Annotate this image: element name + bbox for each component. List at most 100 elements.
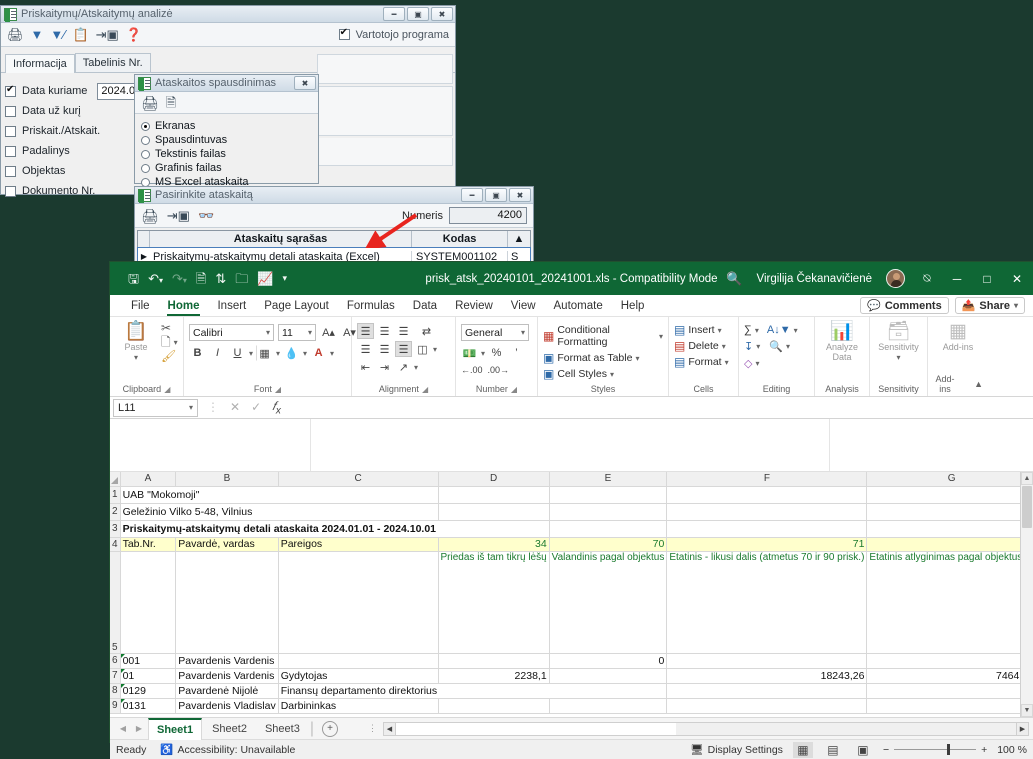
minimize-button[interactable]: ━ — [383, 7, 405, 21]
font-color-chevron-icon[interactable]: ▾ — [330, 349, 334, 358]
copy-button[interactable]: 🗋 ▾ — [161, 336, 178, 348]
cell-e8[interactable] — [549, 683, 668, 699]
scroll-split-handle[interactable]: ⋮ — [362, 723, 383, 734]
column-header-g[interactable]: G — [866, 472, 1033, 487]
sheet-tab-bar[interactable]: ◀ ▶ Sheet1 Sheet2 Sheet3 | + ⋮ ◀ ▶ — [110, 717, 1033, 740]
maximize-button[interactable]: ▣ — [407, 7, 429, 21]
fill-button[interactable]: ↧ — [744, 340, 753, 353]
table-row[interactable]: 9 0131 Pavardenis Vladislav Darbininkas … — [110, 698, 1033, 714]
cell-a2[interactable]: Geležinio Vilko 5-48, Vilnius — [120, 503, 279, 521]
quick-access-toolbar[interactable]: 🖫 ↶▾ ↷▾ 🗎 ⇅ 🗀 📈 ▾ — [128, 272, 287, 285]
maximize-button[interactable]: □ — [979, 272, 995, 286]
titlebar-right[interactable]: 🔍 Virgilija Čekanavičienė ⍉ ─ □ ✕ — [726, 269, 1027, 288]
print-target-options[interactable]: Ekranas Spausdintuvas Tekstinis failas G… — [135, 114, 318, 189]
zoom-thumb[interactable] — [947, 744, 951, 755]
cell-b7[interactable]: Pavardenis Vardenis — [175, 668, 279, 684]
comma-style-button[interactable]: ’ — [508, 345, 525, 361]
select-report-toolbar[interactable]: 🖨 ⇥▣ 👓 Numeris 4200 — [135, 204, 533, 228]
cell-f2[interactable] — [666, 503, 868, 521]
cell-d1[interactable] — [438, 486, 550, 504]
decrease-indent-button[interactable]: ⇤ — [357, 359, 374, 375]
save-icon[interactable]: 🖫 — [128, 272, 139, 285]
printer-icon[interactable]: 🖨 — [7, 28, 24, 41]
zoom-out-button[interactable]: − — [883, 744, 889, 756]
sheet-tab-sheet2[interactable]: Sheet2 — [204, 721, 255, 737]
printer-icon[interactable]: 🖨 — [141, 209, 159, 223]
maximize-button[interactable]: ▣ — [485, 188, 507, 202]
row-header-3[interactable]: 3 — [110, 520, 121, 538]
column-header-f[interactable]: F — [666, 472, 868, 487]
analysis-toolbar[interactable]: 🖨 ▼ ▼∕ 📋 ⇥▣ ❓ Vartotojo programa — [1, 23, 455, 47]
tab-automate[interactable]: Automate — [545, 298, 612, 314]
cell-c4[interactable]: Pareigos — [278, 537, 439, 552]
autosum-chevron-icon[interactable]: ▾ — [755, 326, 759, 335]
name-box[interactable]: L11 ▾ — [113, 398, 198, 417]
select-report-buttons[interactable]: ━ ▣ ✖ — [461, 188, 531, 202]
open-folder-icon[interactable]: 🗀 — [235, 272, 248, 285]
filter-clear-icon[interactable]: ▼∕ — [50, 28, 65, 41]
spreadsheet-grid[interactable]: A B C D E F G H I J K L M 1 UAB "Mokomoj… — [110, 472, 1033, 717]
cell-a1[interactable]: UAB "Mokomoji" — [120, 486, 279, 504]
tab-formulas[interactable]: Formulas — [338, 298, 404, 314]
formula-options-icon[interactable]: ⋮ — [207, 400, 219, 414]
table-row[interactable]: 6 001 Pavardenis Vardenis 0 3320 — [110, 653, 1033, 669]
fill-color-button[interactable]: 💧 — [283, 345, 300, 361]
ribbon[interactable]: 📋 Paste ▾ ✂ 🗋 ▾ 🖌 Clipboard ◢ Calibri ▾ … — [110, 317, 1033, 397]
cell-b6[interactable]: Pavardenis Vardenis — [175, 653, 279, 669]
insert-cells-button[interactable]: ▤ Insert ▾ — [674, 324, 722, 336]
table-row[interactable]: 3 Priskaitymų-atskaitymų detali ataskait… — [110, 520, 1033, 538]
cell-e7[interactable] — [549, 668, 668, 684]
fill-chevron-icon[interactable]: ▾ — [756, 342, 760, 351]
cancel-icon[interactable]: ✕ — [230, 400, 240, 414]
wrap-text-button[interactable]: ⇄ — [418, 323, 435, 339]
column-header-a[interactable]: A — [120, 472, 177, 487]
row-header-6[interactable]: 6 — [110, 653, 121, 669]
format-cells-button[interactable]: ▤ Format ▾ — [674, 356, 729, 368]
normal-view-button[interactable]: ▦ — [792, 741, 813, 758]
cell-f6[interactable] — [666, 653, 868, 669]
display-settings-button[interactable]: 🖥 Display Settings — [690, 743, 783, 757]
table-row[interactable]: 2 Geležinio Vilko 5-48, Vilnius — [110, 503, 1033, 521]
option-grafinis-failas[interactable]: Grafinis failas — [135, 161, 318, 175]
help-icon[interactable]: ❓ — [126, 28, 142, 41]
cell-f9[interactable] — [666, 698, 868, 714]
select-all-corner[interactable] — [110, 472, 121, 487]
cell-e9[interactable] — [549, 698, 668, 714]
table-row[interactable]: 7 01 Pavardenis Vardenis Gydytojas 2238,… — [110, 668, 1033, 684]
cell-f7[interactable]: 18243,26 — [666, 668, 868, 684]
align-center-button[interactable]: ☰ — [376, 341, 393, 357]
tab-help[interactable]: Help — [612, 298, 654, 314]
zoom-track[interactable] — [894, 744, 977, 755]
font-dialog-launcher-icon[interactable]: ◢ — [275, 385, 281, 394]
row-header-8[interactable]: 8 — [110, 683, 121, 699]
cell-d5[interactable]: Priedas iš tam tikrų lėšų — [438, 551, 550, 654]
table-row[interactable]: 5 Priedas iš tam tikrų lėšų Valandinis p… — [110, 551, 1033, 654]
row-header-5[interactable]: 5 — [110, 551, 121, 654]
add-sheet-button[interactable]: + — [321, 720, 338, 737]
radio-spausdintuvas[interactable] — [141, 135, 150, 145]
formula-bar-buttons[interactable]: ⋮ ✕ ✓ 𝑓x — [198, 399, 290, 416]
tab-file[interactable]: File — [122, 298, 159, 314]
select-report-titlebar[interactable]: Pasirinkite ataskaitą ━ ▣ ✖ — [135, 187, 533, 204]
conditional-formatting-button[interactable]: ▦ Conditional Formatting ▾ — [543, 324, 663, 348]
checkbox-padalinys[interactable] — [5, 145, 16, 157]
cell-e1[interactable] — [549, 486, 668, 504]
align-left-button[interactable]: ☰ — [357, 341, 374, 357]
zoom-level[interactable]: 100 % — [997, 744, 1027, 756]
cell-g5[interactable]: Etatinis atlyginimas pagal objektus % — [866, 551, 1033, 654]
accessibility-status[interactable]: ♿ Accessibility: Unavailable — [160, 743, 295, 757]
font-size-input[interactable]: 11 ▾ — [278, 324, 316, 341]
enter-icon[interactable]: ✓ — [251, 400, 261, 414]
select-report-dialog[interactable]: Pasirinkite ataskaitą ━ ▣ ✖ 🖨 ⇥▣ 👓 Numer… — [134, 186, 534, 266]
chart-icon[interactable]: 📈 — [257, 272, 273, 285]
redo-icon[interactable]: ↷▾ — [172, 272, 187, 285]
cell-c9[interactable]: Darbininkas — [278, 698, 439, 714]
cell-f1[interactable] — [666, 486, 868, 504]
delete-cells-button[interactable]: ▤ Delete ▾ — [674, 340, 726, 352]
cell-f8[interactable] — [666, 683, 868, 699]
font-color-button[interactable]: A — [310, 345, 327, 361]
accounting-format-button[interactable]: 💵 — [461, 345, 478, 361]
scroll-up-arrow[interactable]: ▲ — [1021, 472, 1033, 485]
radio-grafinis-failas[interactable] — [141, 163, 150, 173]
sort-filter-button[interactable]: A↓▼ — [767, 324, 791, 336]
